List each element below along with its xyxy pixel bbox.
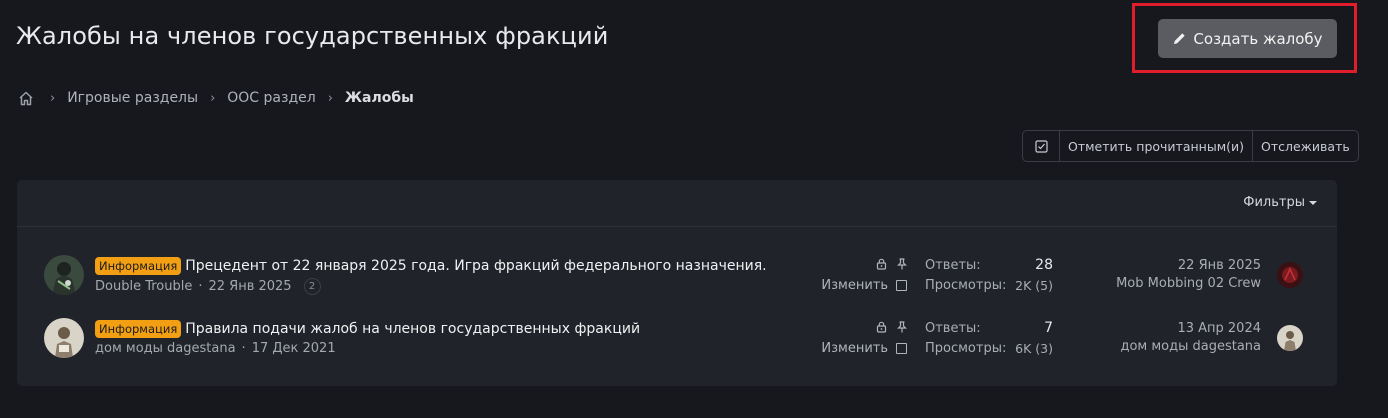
lock-icon	[876, 321, 887, 333]
chevron-right-icon: ›	[210, 90, 216, 106]
page-jump-badge[interactable]: 2	[303, 278, 321, 295]
edit-link[interactable]: Изменить	[821, 278, 888, 293]
thread-title-line: Информация Правила подачи жалоб на члено…	[95, 320, 640, 338]
create-complaint-button[interactable]: Создать жалобу	[1158, 19, 1337, 58]
replies-label: Ответы:	[925, 258, 981, 273]
avatar[interactable]	[44, 255, 84, 295]
home-icon[interactable]	[18, 91, 34, 106]
chevron-right-icon: ›	[50, 90, 56, 106]
thread-prefix[interactable]: Информация	[95, 320, 182, 338]
last-post-date[interactable]: 13 Апр 2024	[1041, 321, 1261, 336]
thread-meta: дом моды dagestana · 17 Дек 2021	[95, 341, 336, 356]
thread-meta: Double Trouble · 22 Янв 2025 2	[95, 278, 321, 295]
last-post-date[interactable]: 22 Янв 2025	[1041, 258, 1261, 273]
mark-read-icon-button[interactable]	[1023, 131, 1059, 161]
meta-separator: ·	[241, 341, 246, 356]
thread-title[interactable]: Правила подачи жалоб на членов государст…	[185, 321, 640, 337]
last-poster-avatar[interactable]	[1277, 325, 1303, 351]
thread-row[interactable]: Информация Прецедент от 22 января 2025 г…	[17, 246, 1337, 306]
pin-icon	[897, 258, 907, 270]
pencil-icon	[1174, 33, 1186, 45]
last-post-user[interactable]: дом моды dagestana	[1041, 339, 1261, 354]
thread-prefix[interactable]: Информация	[95, 257, 182, 275]
watch-button[interactable]: Отслеживать	[1252, 131, 1358, 161]
thread-date[interactable]: 17 Дек 2021	[252, 341, 336, 356]
thread-list-panel: Фильтры Информация Прецедент от 22 январ…	[17, 180, 1337, 386]
avatar[interactable]	[44, 318, 84, 358]
lock-icon	[876, 258, 887, 270]
thread-title-line: Информация Прецедент от 22 января 2025 г…	[95, 257, 767, 275]
filters-dropdown[interactable]: Фильтры	[1243, 195, 1317, 210]
breadcrumb: › Игровые разделы › ООС раздел › Жалобы	[18, 88, 414, 108]
pin-icon	[897, 321, 907, 333]
thread-title[interactable]: Прецедент от 22 января 2025 года. Игра ф…	[185, 258, 766, 274]
mark-read-button[interactable]: Отметить прочитанным(и)	[1059, 131, 1252, 161]
thread-date[interactable]: 22 Янв 2025	[208, 279, 291, 294]
breadcrumb-item-current[interactable]: Жалобы	[345, 90, 414, 106]
views-label: Просмотры:	[925, 341, 1007, 356]
last-poster-avatar[interactable]	[1277, 262, 1303, 288]
thread-author[interactable]: Double Trouble	[95, 279, 192, 294]
replies-label: Ответы:	[925, 321, 981, 336]
views-label: Просмотры:	[925, 278, 1007, 293]
last-post: 22 Янв 2025 Mob Mobbing 02 Crew	[1041, 258, 1261, 291]
edit-link[interactable]: Изменить	[821, 341, 888, 356]
select-checkbox[interactable]	[896, 343, 907, 354]
page-title: Жалобы на членов государственных фракций	[16, 22, 609, 50]
checkbox-check-icon	[1034, 139, 1048, 153]
breadcrumb-item-ooc[interactable]: ООС раздел	[227, 90, 315, 106]
filters-label: Фильтры	[1243, 195, 1305, 210]
chevron-right-icon: ›	[327, 90, 333, 106]
thread-author[interactable]: дом моды dagestana	[95, 341, 236, 356]
create-complaint-label: Создать жалобу	[1193, 29, 1323, 48]
meta-separator: ·	[198, 279, 203, 294]
panel-header: Фильтры	[17, 180, 1337, 227]
thread-row[interactable]: Информация Правила подачи жалоб на члено…	[17, 310, 1337, 370]
select-checkbox[interactable]	[896, 280, 907, 291]
forum-actions: Отметить прочитанным(и) Отслеживать	[1022, 130, 1359, 162]
last-post: 13 Апр 2024 дом моды dagestana	[1041, 321, 1261, 354]
breadcrumb-item-games[interactable]: Игровые разделы	[67, 90, 198, 106]
caret-down-icon	[1309, 200, 1317, 205]
last-post-user[interactable]: Mob Mobbing 02 Crew	[1041, 276, 1261, 291]
